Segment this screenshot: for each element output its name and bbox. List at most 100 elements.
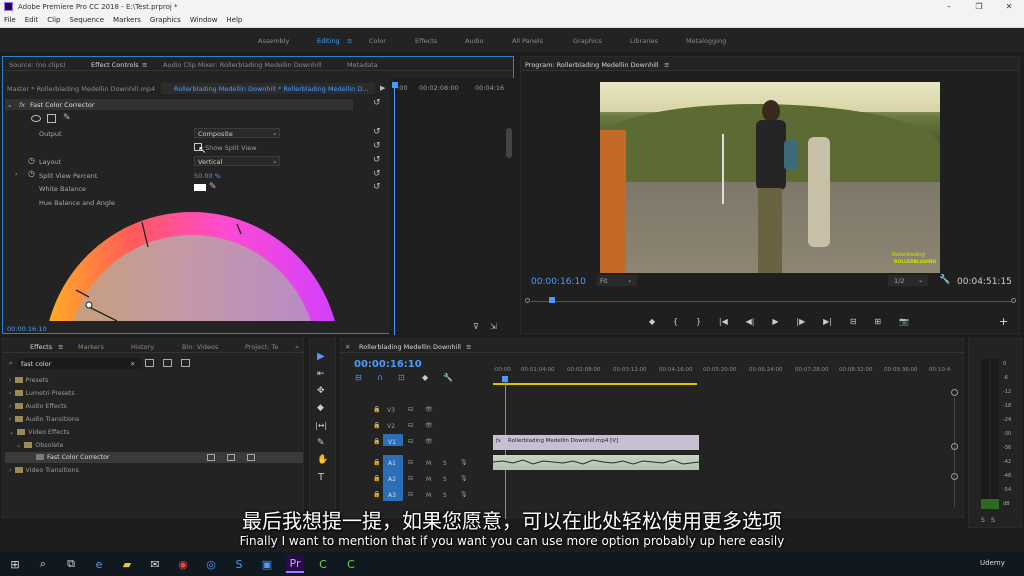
accelerated-effects-icon[interactable] xyxy=(145,359,154,367)
effect-timeline-area[interactable]: :00 00:02:08:00 00:04:16 xyxy=(389,78,514,335)
linked-selection-icon[interactable]: ⊡ xyxy=(398,373,405,382)
tree-video-effects[interactable]: ⌄ Video Effects xyxy=(9,429,69,436)
tab-metadata[interactable]: Metadata xyxy=(347,61,378,69)
track-select-tool-icon[interactable]: ⇤ xyxy=(317,369,325,379)
workspace-color[interactable]: Color xyxy=(369,37,386,45)
32bit-effects-icon[interactable] xyxy=(163,359,172,367)
extract-icon[interactable]: ⊞ xyxy=(874,317,881,329)
sync-lock-icon[interactable]: ⊟ xyxy=(408,491,413,498)
tab-markers[interactable]: Markers xyxy=(78,343,104,351)
track-label-a2[interactable]: A2 xyxy=(388,476,396,483)
reset-icon[interactable]: ↺ xyxy=(373,141,381,151)
filter-icon[interactable]: ⊽ xyxy=(473,322,479,331)
sync-lock-icon[interactable]: ⊟ xyxy=(408,438,413,445)
wrench-icon[interactable]: 🔧 xyxy=(939,275,950,285)
lock-icon[interactable]: 🔒 xyxy=(373,422,380,429)
scrub-end-handle[interactable] xyxy=(1011,298,1016,303)
scrub-bar[interactable] xyxy=(531,301,1011,302)
track-label-a3[interactable]: A3 xyxy=(388,492,396,499)
reset-icon[interactable]: ↺ xyxy=(373,169,381,179)
video-call-icon[interactable]: ▣ xyxy=(258,555,276,573)
chrome-icon[interactable]: ◉ xyxy=(174,555,192,573)
lift-icon[interactable]: ⊟ xyxy=(850,317,857,329)
mail-icon[interactable]: ✉ xyxy=(146,555,164,573)
search-icon[interactable]: ⌕ xyxy=(34,555,52,573)
quality-dropdown[interactable]: 1/2 ⌄ xyxy=(888,275,928,286)
skype-icon[interactable]: S xyxy=(230,555,248,573)
workspace-editing[interactable]: Editing xyxy=(317,37,340,45)
premiere-taskbar-icon[interactable]: Pr xyxy=(286,555,304,573)
scrollbar-thumb[interactable] xyxy=(506,128,512,158)
minimize-button[interactable]: – xyxy=(934,0,964,13)
audio-clip[interactable] xyxy=(492,455,700,470)
effects-search-input[interactable]: fast color ✕ xyxy=(17,358,141,369)
sync-lock-icon[interactable]: ⊟ xyxy=(408,406,413,413)
mute-button-a3[interactable]: M xyxy=(426,492,431,499)
tree-audio-transitions[interactable]: › Audio Transitions xyxy=(9,416,79,423)
program-menu-icon[interactable]: ≡ xyxy=(664,61,669,69)
microphone-icon[interactable]: 🎙 xyxy=(460,475,468,482)
track-label-v2[interactable]: V2 xyxy=(387,423,395,430)
camera-icon[interactable]: 📷 xyxy=(899,317,909,329)
tab-history[interactable]: History xyxy=(131,343,154,351)
menu-window[interactable]: Window xyxy=(190,16,218,24)
tab-bin-videos[interactable]: Bin: Videos xyxy=(182,343,218,351)
eye-icon[interactable]: 👁 xyxy=(425,422,433,429)
lock-icon[interactable]: 🔒 xyxy=(373,438,380,445)
solo-button-a2[interactable]: S xyxy=(443,476,447,483)
go-to-out-icon[interactable]: ▶| xyxy=(823,317,832,329)
slip-tool-icon[interactable]: |↔| xyxy=(315,421,327,430)
program-video-frame[interactable]: Rollerblading ROLLERBLADING xyxy=(600,82,940,273)
type-tool-icon[interactable]: T xyxy=(318,472,324,483)
lock-icon[interactable]: 🔒 xyxy=(373,491,380,498)
hand-tool-icon[interactable]: ✋ xyxy=(317,455,328,465)
timeline-settings-icon[interactable]: 🔧 xyxy=(443,373,453,382)
workspace-assembly[interactable]: Assembly xyxy=(258,37,289,45)
timeline-timecode[interactable]: 00:00:16:10 xyxy=(354,359,422,370)
tab-effects[interactable]: Effects xyxy=(30,343,52,351)
master-clip-label[interactable]: Master * Rollerblading Medellin Downhill… xyxy=(7,85,155,93)
tree-audio-effects[interactable]: › Audio Effects xyxy=(9,403,67,410)
microphone-icon[interactable]: 🎙 xyxy=(460,459,468,466)
play-icon[interactable]: ▶ xyxy=(772,317,778,329)
go-to-in-icon[interactable]: |◀ xyxy=(719,317,728,329)
tree-presets[interactable]: › Presets xyxy=(9,377,48,384)
panel-overflow-icon[interactable]: » xyxy=(295,343,299,351)
work-area-bar[interactable] xyxy=(493,383,697,385)
add-marker-icon[interactable]: ◆ xyxy=(422,373,428,382)
scrub-playhead[interactable] xyxy=(549,297,555,303)
program-title[interactable]: Program: Rollerblading Medellin Downhill xyxy=(525,61,659,69)
workspace-graphics[interactable]: Graphics xyxy=(573,37,602,45)
eye-icon[interactable]: 👁 xyxy=(425,438,433,445)
stopwatch-icon[interactable]: ◷ xyxy=(28,169,35,178)
workspace-effects[interactable]: Effects xyxy=(415,37,437,45)
sequence-tab[interactable]: Rollerblading Medellin Downhill xyxy=(359,343,461,351)
ellipse-mask-icon[interactable] xyxy=(31,115,41,122)
reset-icon[interactable]: ↺ xyxy=(373,127,381,137)
video-clip[interactable]: ƒx Rollerblading Medellin Downhill.mp4 [… xyxy=(493,435,699,450)
workspace-metalogging[interactable]: Metalogging xyxy=(686,37,726,45)
layout-dropdown[interactable]: Vertical ⌄ xyxy=(194,156,280,166)
expand-arrow-icon[interactable]: › xyxy=(15,170,18,178)
menu-edit[interactable]: Edit xyxy=(25,16,39,24)
fx-badge[interactable]: fx xyxy=(19,101,25,109)
rectangle-mask-icon[interactable] xyxy=(47,114,56,123)
workspace-menu-icon[interactable]: ≡ xyxy=(347,37,352,45)
workspace-audio[interactable]: Audio xyxy=(465,37,483,45)
selection-tool-icon[interactable]: ▶ xyxy=(317,351,325,362)
eyedropper-icon[interactable]: ✎ xyxy=(209,182,217,192)
sequence-clip-label[interactable]: Rollerblading Medellin Downhill * Roller… xyxy=(161,83,375,94)
pen-tool-icon[interactable]: ✎ xyxy=(317,438,325,448)
program-timecode[interactable]: 00:00:16:10 xyxy=(531,277,586,287)
sequence-menu-icon[interactable]: ≡ xyxy=(466,343,471,351)
scrub-start-handle[interactable] xyxy=(525,298,530,303)
menu-sequence[interactable]: Sequence xyxy=(70,16,105,24)
menu-file[interactable]: File xyxy=(4,16,16,24)
lock-icon[interactable]: 🔒 xyxy=(373,406,380,413)
tree-obsolete[interactable]: ⌄ Obsolete xyxy=(16,442,63,449)
playhead-handle[interactable] xyxy=(392,82,398,88)
camtasia-recorder-icon[interactable]: C xyxy=(342,555,360,573)
play-audio-icon[interactable]: ▶ xyxy=(380,84,386,92)
menu-graphics[interactable]: Graphics xyxy=(150,16,181,24)
yuv-effects-icon[interactable] xyxy=(181,359,190,367)
